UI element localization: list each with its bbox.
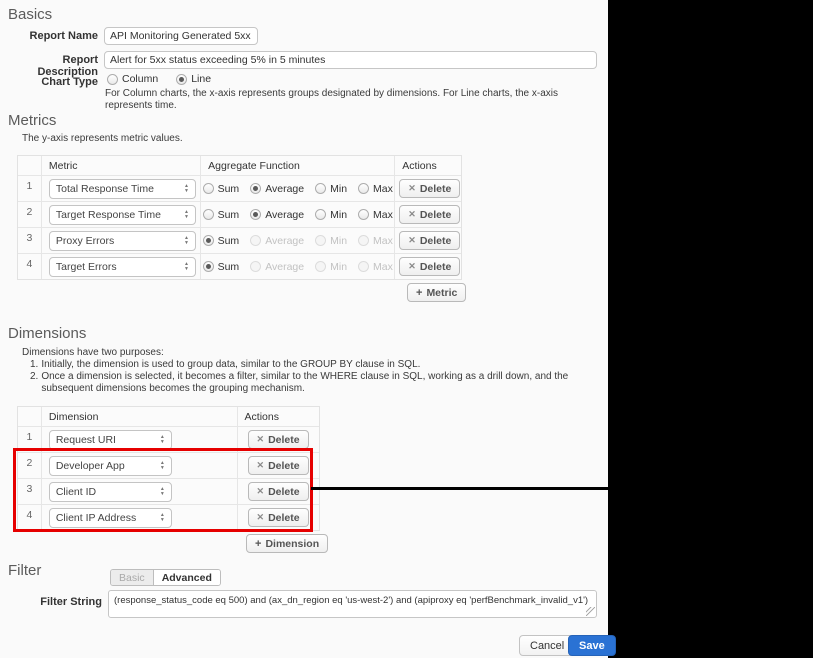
metric-row-3: 3 Proxy Errors ▲▼ Sum Average Min Max ✕D… xyxy=(18,227,461,253)
delete-icon: ✕ xyxy=(257,434,265,445)
dimensions-col-actions: Actions xyxy=(237,407,319,426)
chart-type-line-radio[interactable]: Line xyxy=(176,73,211,85)
report-name-label: Report Name xyxy=(0,30,98,42)
metrics-col-aggregate: Aggregate Function xyxy=(200,156,394,175)
metrics-col-metric: Metric xyxy=(41,156,200,175)
delete-dimension-button[interactable]: ✕Delete xyxy=(248,482,309,501)
delete-dimension-button[interactable]: ✕Delete xyxy=(248,430,309,449)
radio-sum[interactable]: Sum xyxy=(203,235,240,247)
plus-icon: + xyxy=(416,287,422,299)
dimension-select-4[interactable]: Client IP Address ▲▼ xyxy=(49,508,172,528)
dimension-row-1: 1 Request URI ▲▼ ✕Delete xyxy=(18,426,319,452)
select-arrows-icon: ▲▼ xyxy=(178,262,189,271)
delete-metric-button[interactable]: ✕Delete xyxy=(399,179,460,198)
chart-type-help: For Column charts, the x-axis represents… xyxy=(105,88,605,112)
delete-icon: ✕ xyxy=(257,486,265,497)
report-form: Basics Report Name Report Description Ch… xyxy=(0,0,608,658)
screen: Basics Report Name Report Description Ch… xyxy=(0,0,813,658)
filter-string-label: Filter String xyxy=(0,596,102,608)
dimensions-intro: Dimensions have two purposes: xyxy=(22,347,164,359)
metric-select-4[interactable]: Target Errors ▲▼ xyxy=(49,257,196,277)
radio-max: Max xyxy=(358,261,393,273)
radio-max: Max xyxy=(358,235,393,247)
delete-metric-button[interactable]: ✕Delete xyxy=(399,257,460,276)
metrics-heading: Metrics xyxy=(8,112,56,129)
metric-select-1[interactable]: Total Response Time ▲▼ xyxy=(49,179,196,199)
metrics-description: The y-axis represents metric values. xyxy=(22,133,183,145)
metric-row-4: 4 Target Errors ▲▼ Sum Average Min Max ✕… xyxy=(18,253,461,279)
radio-sum[interactable]: Sum xyxy=(203,261,240,273)
select-arrows-icon: ▲▼ xyxy=(154,513,165,522)
delete-dimension-button[interactable]: ✕Delete xyxy=(248,508,309,527)
filter-mode-advanced[interactable]: Advanced xyxy=(153,570,220,585)
delete-metric-button[interactable]: ✕Delete xyxy=(399,205,460,224)
report-description-label: Report Description xyxy=(0,54,98,78)
select-arrows-icon: ▲▼ xyxy=(178,236,189,245)
filter-mode-toggle: Basic Advanced xyxy=(110,569,221,586)
dimension-row-4: 4 Client IP Address ▲▼ ✕Delete xyxy=(18,504,319,530)
report-name-input[interactable] xyxy=(104,27,258,45)
select-arrows-icon: ▲▼ xyxy=(178,184,189,193)
dimensions-heading: Dimensions xyxy=(8,325,86,342)
select-arrows-icon: ▲▼ xyxy=(154,487,165,496)
delete-dimension-button[interactable]: ✕Delete xyxy=(248,456,309,475)
report-description-input[interactable] xyxy=(104,51,597,69)
radio-average[interactable]: Average xyxy=(250,183,304,195)
select-arrows-icon: ▲▼ xyxy=(154,461,165,470)
metrics-table-header: Metric Aggregate Function Actions xyxy=(18,156,461,175)
dimensions-col-dimension: Dimension xyxy=(41,407,237,426)
resize-handle-icon[interactable] xyxy=(586,607,595,616)
metrics-col-actions: Actions xyxy=(394,156,461,175)
delete-metric-button[interactable]: ✕Delete xyxy=(399,231,460,250)
delete-icon: ✕ xyxy=(257,512,265,523)
radio-min: Min xyxy=(315,235,347,247)
add-metric-button[interactable]: +Metric xyxy=(407,283,466,302)
radio-min[interactable]: Min xyxy=(315,183,347,195)
dimensions-purpose-2: 2.Once a dimension is selected, it becom… xyxy=(30,371,598,395)
metrics-table: Metric Aggregate Function Actions 1 Tota… xyxy=(17,155,462,280)
chart-type-column-radio[interactable]: Column xyxy=(107,73,158,85)
metric-select-3[interactable]: Proxy Errors ▲▼ xyxy=(49,231,196,251)
plus-icon: + xyxy=(255,538,261,550)
radio-unselected-icon xyxy=(107,74,118,85)
delete-icon: ✕ xyxy=(408,209,416,220)
filter-mode-basic[interactable]: Basic xyxy=(111,570,153,585)
radio-selected-icon xyxy=(176,74,187,85)
radio-average[interactable]: Average xyxy=(250,209,304,221)
dimensions-table-header: Dimension Actions xyxy=(18,407,319,426)
radio-max[interactable]: Max xyxy=(358,209,393,221)
filter-string-input[interactable]: (response_status_code eq 500) and (ax_dn… xyxy=(108,590,597,618)
delete-icon: ✕ xyxy=(408,261,416,272)
save-button[interactable]: Save xyxy=(568,635,616,656)
metric-row-2: 2 Target Response Time ▲▼ Sum Average Mi… xyxy=(18,201,461,227)
radio-average: Average xyxy=(250,261,304,273)
dimension-row-2: 2 Developer App ▲▼ ✕Delete xyxy=(18,452,319,478)
dimension-select-1[interactable]: Request URI ▲▼ xyxy=(49,430,172,450)
select-arrows-icon: ▲▼ xyxy=(154,435,165,444)
dimension-row-3: 3 Client ID ▲▼ ✕Delete xyxy=(18,478,319,504)
dimensions-table: Dimension Actions 1 Request URI ▲▼ ✕Dele… xyxy=(17,406,320,531)
delete-icon: ✕ xyxy=(408,183,416,194)
cancel-button[interactable]: Cancel xyxy=(519,635,575,656)
metric-row-1: 1 Total Response Time ▲▼ Sum Average Min… xyxy=(18,175,461,201)
select-arrows-icon: ▲▼ xyxy=(178,210,189,219)
filter-heading: Filter xyxy=(8,562,41,579)
delete-icon: ✕ xyxy=(408,235,416,246)
radio-max[interactable]: Max xyxy=(358,183,393,195)
radio-min: Min xyxy=(315,261,347,273)
radio-min[interactable]: Min xyxy=(315,209,347,221)
radio-average: Average xyxy=(250,235,304,247)
dimension-select-3[interactable]: Client ID ▲▼ xyxy=(49,482,172,502)
chart-type-label: Chart Type xyxy=(0,76,98,88)
dimension-select-2[interactable]: Developer App ▲▼ xyxy=(49,456,172,476)
add-dimension-button[interactable]: +Dimension xyxy=(246,534,328,553)
delete-icon: ✕ xyxy=(257,460,265,471)
dimensions-purpose-1: 1.Initially, the dimension is used to gr… xyxy=(30,359,602,371)
metric-select-2[interactable]: Target Response Time ▲▼ xyxy=(49,205,196,225)
radio-sum[interactable]: Sum xyxy=(203,183,240,195)
basics-heading: Basics xyxy=(8,6,52,23)
radio-sum[interactable]: Sum xyxy=(203,209,240,221)
